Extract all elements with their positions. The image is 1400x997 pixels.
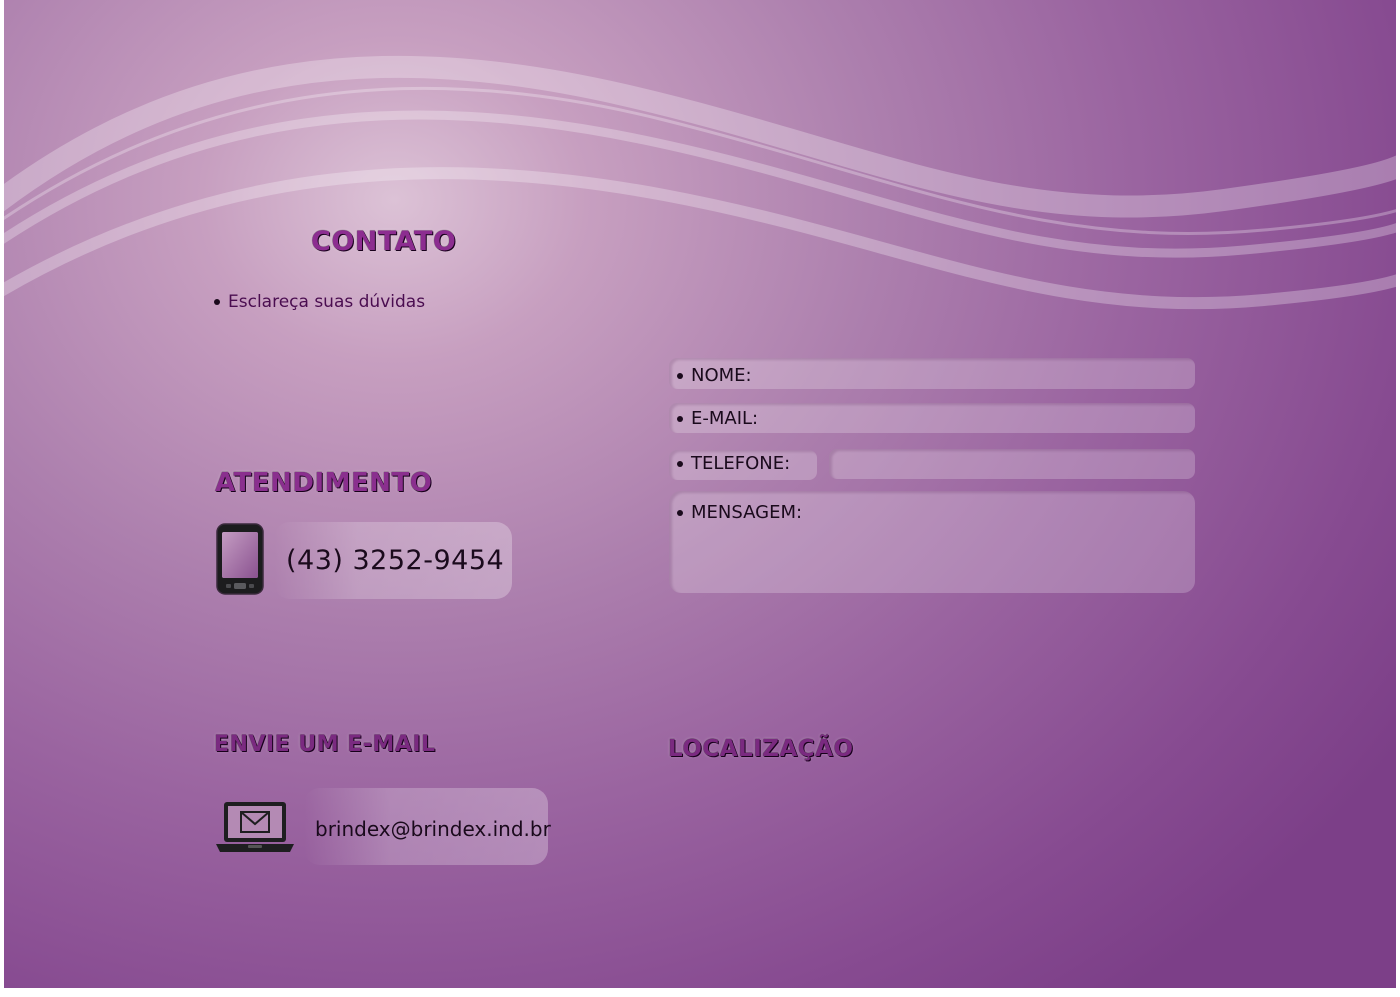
- laptop-mail-icon: [216, 802, 294, 852]
- contato-subtitle-text: Esclareça suas dúvidas: [228, 292, 426, 312]
- nome-label: NOME:: [677, 365, 752, 386]
- email-address[interactable]: brindex@brindex.ind.br: [315, 817, 551, 841]
- telefone-field[interactable]: [829, 449, 1195, 479]
- bullet-icon: [677, 415, 683, 422]
- nome-label-text: NOME:: [691, 365, 752, 386]
- smartphone-icon: [216, 523, 264, 595]
- phone-number[interactable]: (43) 3252-9454: [286, 545, 504, 576]
- email-label-text: E-MAIL:: [691, 408, 759, 429]
- contato-subtitle: Esclareça suas dúvidas: [214, 292, 425, 312]
- telefone-label-text: TELEFONE:: [691, 453, 791, 474]
- telefone-label: TELEFONE:: [677, 453, 790, 474]
- bullet-icon: [214, 299, 220, 305]
- mensagem-label-text: MENSAGEM:: [691, 502, 803, 523]
- contact-page: CONTATO Esclareça suas dúvidas ATENDIMEN…: [4, 0, 1396, 988]
- bullet-icon: [677, 509, 683, 516]
- decorative-waves: [4, 55, 1396, 310]
- localizacao-heading: LOCALIZAÇÃO: [668, 736, 854, 762]
- email-label: E-MAIL:: [677, 408, 758, 429]
- envie-email-heading: ENVIE UM E-MAIL: [214, 732, 436, 757]
- mensagem-label: MENSAGEM:: [677, 502, 802, 523]
- bullet-icon: [677, 460, 683, 467]
- bullet-icon: [677, 372, 683, 379]
- atendimento-heading: ATENDIMENTO: [215, 468, 433, 498]
- contato-heading: CONTATO: [311, 226, 457, 257]
